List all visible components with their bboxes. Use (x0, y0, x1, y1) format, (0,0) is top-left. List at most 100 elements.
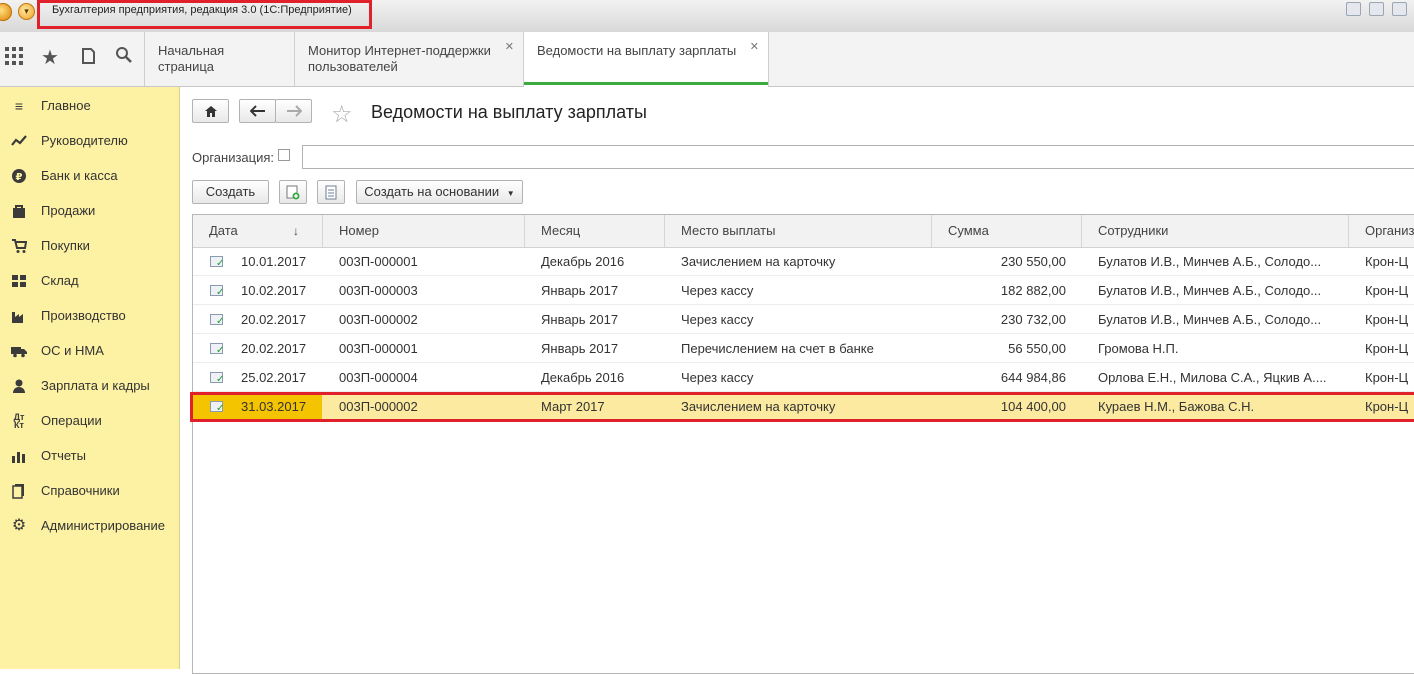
trend-icon (11, 133, 27, 149)
column-header-sum[interactable]: Сумма (932, 215, 1082, 247)
sort-desc-icon: ↓ (293, 224, 299, 238)
page-title: Ведомости на выплату зарплаты (371, 102, 647, 122)
cell-employees: Орлова Е.Н., Милова С.А., Яцкив А.... (1098, 370, 1327, 385)
column-header-organization[interactable]: Организ (1349, 215, 1414, 247)
sidebar-item-label: Склад (41, 273, 79, 288)
cell-employees: Булатов И.В., Минчев А.Б., Солодо... (1098, 312, 1322, 327)
sidebar-item-label: Отчеты (41, 448, 86, 463)
sidebar-item-label: ОС и НМА (41, 343, 104, 358)
cell-date: 20.02.2017 (241, 312, 307, 327)
add-to-favorites-star-icon[interactable]: ☆ (331, 100, 353, 129)
column-header-payment-place[interactable]: Место выплаты (665, 215, 932, 247)
table-row[interactable]: ✓ 25.02.2017 003П-000004 Декабрь 2016 Через … (193, 363, 1414, 392)
organization-filter-checkbox[interactable] (278, 149, 290, 161)
create-based-on-dropdown[interactable]: Создать на основании ▼ (356, 180, 523, 204)
cell-sum: 56 550,00 (1008, 341, 1066, 356)
favorites-star-icon[interactable]: ★ (38, 46, 62, 70)
tab-label: Начальная страница (158, 43, 225, 74)
sidebar-item-label: Руководителю (41, 133, 128, 148)
cell-date: 10.01.2017 (241, 254, 307, 269)
sidebar-item-operations[interactable]: Дт Кт Операции (0, 403, 179, 438)
cell-month: Январь 2017 (541, 341, 619, 356)
chevron-down-icon: ▼ (506, 189, 515, 198)
column-header-number[interactable]: Номер (323, 215, 525, 247)
cell-date: 10.02.2017 (241, 283, 307, 298)
sidebar-item-purchases[interactable]: Покупки (0, 228, 179, 263)
sidebar-item-label: Администрирование (41, 518, 165, 533)
document-journal-button[interactable] (317, 180, 345, 204)
cell-place: Через кассу (681, 370, 754, 385)
bar-chart-icon (11, 448, 27, 464)
sidebar-item-warehouse[interactable]: Склад (0, 263, 179, 298)
sidebar-item-administration[interactable]: ⚙ Администрирование (0, 508, 179, 543)
sections-grid-icon[interactable] (2, 46, 26, 70)
cell-sum: 230 732,00 (1000, 312, 1066, 327)
tab-payroll-statements[interactable]: Ведомости на выплату зарплаты ✕ (524, 32, 769, 87)
table-row[interactable]: ✓ 20.02.2017 003П-000002 Январь 2017 Через к… (193, 305, 1414, 334)
table-header: Дата ↓ Номер Месяц Место выплаты Сумма С… (193, 215, 1414, 248)
organization-input[interactable] (302, 145, 1414, 169)
table-row[interactable]: ✓ 20.02.2017 003П-000001 Январь 2017 Перечис… (193, 334, 1414, 363)
sidebar-item-label: Продажи (41, 203, 96, 218)
table-row[interactable]: ✓ 31.03.2017 003П-000002 Март 2017 Зачислени… (193, 392, 1414, 421)
cell-org: Крон-Ц (1365, 341, 1409, 356)
factory-icon (11, 308, 27, 324)
tab-label: Монитор Интернет-поддержки пользователей (308, 43, 491, 74)
close-icon[interactable]: ✕ (505, 39, 514, 55)
sidebar-item-catalogs[interactable]: Справочники (0, 473, 179, 508)
create-button[interactable]: Создать (192, 180, 269, 204)
copy-button[interactable] (279, 180, 307, 204)
sidebar-item-main[interactable]: ≡ Главное (0, 88, 179, 123)
preview-icon[interactable] (1392, 2, 1407, 16)
table-row[interactable]: ✓ 10.01.2017 003П-000001 Декабрь 2016 Зачисл… (193, 247, 1414, 276)
cell-number: 003П-000001 (339, 341, 418, 356)
app-logo-icon (0, 3, 12, 21)
cell-place: Зачислением на карточку (681, 254, 836, 269)
tab-internet-support-monitor[interactable]: Монитор Интернет-поддержки пользователей… (295, 32, 524, 86)
print-icon[interactable] (1369, 2, 1384, 16)
history-icon[interactable] (76, 46, 100, 70)
home-button[interactable] (192, 99, 229, 123)
tab-home[interactable]: Начальная страница (145, 32, 295, 86)
sidebar-item-bank-cash[interactable]: ₽ Банк и касса (0, 158, 179, 193)
sidebar-item-salary-hr[interactable]: Зарплата и кадры (0, 368, 179, 403)
cell-employees: Кураев Н.М., Бажова С.Н. (1098, 399, 1255, 414)
main-menu-button[interactable]: ▾ (18, 3, 35, 20)
cell-month: Декабрь 2016 (541, 254, 625, 269)
tab-bar: ★ Начальная страница Монитор Интернет-по… (0, 32, 1414, 87)
cell-month: Март 2017 (541, 399, 605, 414)
column-header-employees[interactable]: Сотрудники (1082, 215, 1349, 247)
cell-number: 003П-000003 (339, 283, 418, 298)
cell-place: Через кассу (681, 312, 754, 327)
sidebar-item-label: Банк и касса (41, 168, 118, 183)
cell-org: Крон-Ц (1365, 312, 1409, 327)
column-header-date[interactable]: Дата ↓ (193, 215, 323, 247)
cell-number: 003П-000004 (339, 370, 418, 385)
column-label: Дата (209, 223, 238, 238)
cell-month: Декабрь 2016 (541, 370, 625, 385)
save-icon[interactable] (1346, 2, 1361, 16)
window-title-bar: ▾ Бухгалтерия предприятия, редакция 3.0 … (0, 0, 1414, 33)
organization-label: Организация: (192, 150, 275, 165)
cell-org: Крон-Ц (1365, 399, 1409, 414)
search-icon[interactable] (112, 46, 136, 70)
cell-month: Январь 2017 (541, 312, 619, 327)
cell-org: Крон-Ц (1365, 254, 1409, 269)
sidebar-item-fixed-assets[interactable]: ОС и НМА (0, 333, 179, 368)
back-button[interactable] (239, 99, 276, 123)
close-icon[interactable]: ✕ (750, 39, 759, 55)
sidebar-item-label: Справочники (41, 483, 120, 498)
forward-button[interactable] (275, 99, 312, 123)
truck-icon (11, 343, 27, 359)
cell-number: 003П-000001 (339, 254, 418, 269)
column-header-month[interactable]: Месяц (525, 215, 665, 247)
sidebar-item-reports[interactable]: Отчеты (0, 438, 179, 473)
sidebar-item-production[interactable]: Производство (0, 298, 179, 333)
table-row[interactable]: ✓ 10.02.2017 003П-000003 Январь 2017 Через к… (193, 276, 1414, 305)
sidebar-item-sales[interactable]: Продажи (0, 193, 179, 228)
cell-place: Через кассу (681, 283, 754, 298)
cell-sum: 230 550,00 (1000, 254, 1066, 269)
sidebar-item-manager[interactable]: Руководителю (0, 123, 179, 158)
svg-text:₽: ₽ (16, 172, 23, 183)
dropdown-label: Создать на основании (364, 184, 500, 199)
